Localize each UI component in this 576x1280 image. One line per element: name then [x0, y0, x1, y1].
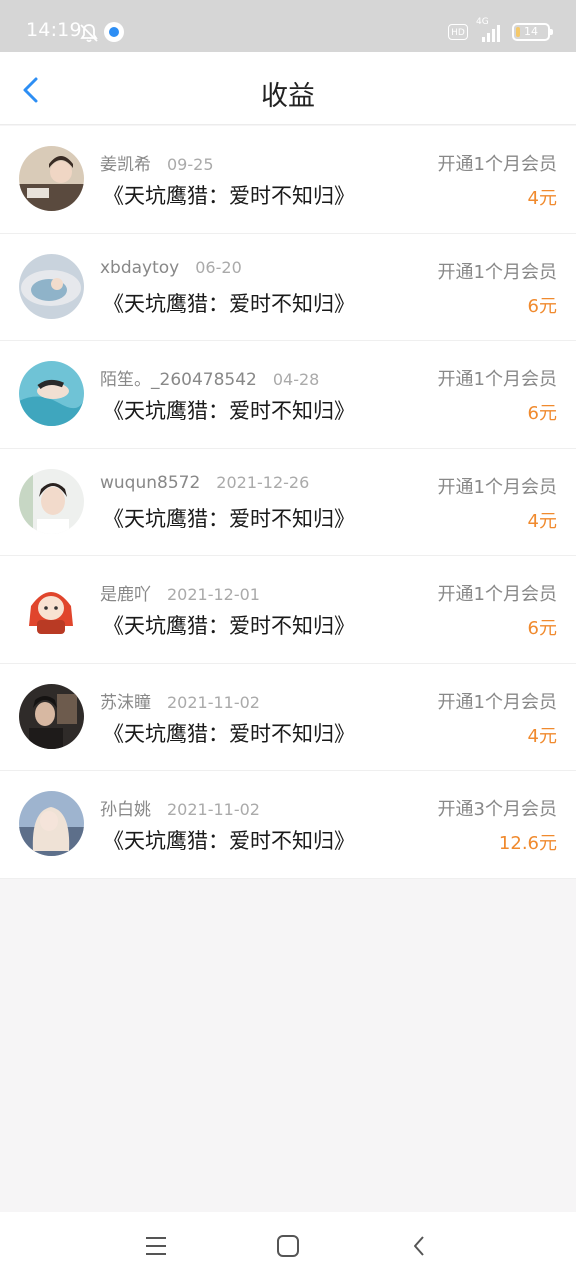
user-name: 姜凯希	[100, 155, 151, 175]
earning-row[interactable]: 陌笙。_260478542 04-28 《天坑鹰猎：爱时不知归》 开通1个月会员…	[0, 341, 576, 449]
date: 2021-11-02	[167, 692, 260, 712]
book-title: 《天坑鹰猎：爱时不知归》	[103, 184, 355, 208]
avatar	[19, 253, 84, 319]
signal-icon: 4G	[474, 17, 506, 44]
earning-amount: 12.6元	[498, 833, 557, 854]
book-title: 《天坑鹰猎：爱时不知归》	[103, 291, 355, 316]
avatar	[19, 468, 84, 534]
membership-plan: 开通1个月会员	[437, 154, 557, 175]
avatar	[19, 683, 84, 749]
membership-plan: 开通1个月会员	[437, 261, 557, 283]
home-button[interactable]	[274, 1232, 302, 1260]
bell-muted-icon	[78, 22, 100, 44]
user-name: 苏沫瞳	[100, 692, 151, 713]
user-name: wuqun8572	[100, 472, 201, 493]
membership-plan: 开通1个月会员	[437, 584, 557, 605]
user-name: 陌笙。_260478542	[100, 370, 257, 390]
home-square-icon	[277, 1235, 299, 1257]
user-name: 是鹿吖	[100, 585, 151, 605]
earning-row[interactable]: 是鹿吖 2021-12-01 《天坑鹰猎：爱时不知归》 开通1个月会员 6元	[0, 556, 576, 664]
user-name: xbdaytoy	[100, 257, 180, 278]
book-title: 《天坑鹰猎：爱时不知归》	[103, 506, 355, 531]
battery-icon: 14	[512, 23, 553, 41]
earning-amount: 4元	[527, 510, 557, 532]
status-time: 14:19	[26, 19, 82, 41]
earning-amount: 4元	[527, 725, 557, 747]
system-nav-bar	[0, 1212, 576, 1280]
earning-row[interactable]: wuqun8572 2021-12-26 《天坑鹰猎：爱时不知归》 开通1个月会…	[0, 448, 576, 556]
menu-button[interactable]	[142, 1232, 170, 1260]
membership-plan: 开通1个月会员	[437, 691, 557, 713]
earning-amount: 4元	[527, 188, 557, 209]
book-title: 《天坑鹰猎：爱时不知归》	[103, 721, 355, 746]
book-title: 《天坑鹰猎：爱时不知归》	[103, 399, 355, 423]
avatar	[19, 361, 84, 426]
network-type: 4G	[476, 17, 489, 27]
app-header: 收益	[0, 52, 576, 125]
hd-icon: HD	[448, 24, 468, 40]
back-arrow-icon	[414, 1236, 424, 1256]
avatar	[19, 146, 84, 211]
date: 2021-12-01	[167, 585, 260, 604]
earning-amount: 6元	[527, 618, 557, 639]
earning-amount: 6元	[527, 295, 557, 317]
earning-row[interactable]: 苏沫瞳 2021-11-02 《天坑鹰猎：爱时不知归》 开通1个月会员 4元	[0, 663, 576, 771]
date: 06-20	[195, 257, 242, 277]
avatar	[19, 791, 84, 856]
earning-row[interactable]: 孙白姚 2021-11-02 《天坑鹰猎：爱时不知归》 开通3个月会员 12.6…	[0, 771, 576, 879]
page-title: 收益	[261, 81, 315, 112]
status-bar: 14:19 HD 4G 14	[0, 0, 576, 52]
membership-plan: 开通1个月会员	[437, 476, 557, 498]
earnings-list: 姜凯希 09-25 《天坑鹰猎：爱时不知归》 开通1个月会员 4元 xbdayt…	[0, 126, 576, 879]
date: 2021-11-02	[167, 800, 260, 819]
earning-row[interactable]: 姜凯希 09-25 《天坑鹰猎：爱时不知归》 开通1个月会员 4元	[0, 126, 576, 234]
date: 2021-12-26	[216, 472, 310, 492]
book-title: 《天坑鹰猎：爱时不知归》	[103, 829, 355, 853]
system-back-button[interactable]	[406, 1232, 434, 1260]
battery-level: 14	[524, 25, 538, 38]
app-notification-icon	[104, 22, 124, 42]
user-name: 孙白姚	[100, 800, 151, 820]
avatar	[19, 576, 84, 641]
menu-icon	[146, 1237, 166, 1255]
membership-plan: 开通1个月会员	[437, 369, 557, 390]
membership-plan: 开通3个月会员	[437, 799, 557, 820]
earning-amount: 6元	[527, 403, 557, 424]
date: 04-28	[272, 370, 320, 389]
book-title: 《天坑鹰猎：爱时不知归》	[103, 614, 355, 638]
date: 09-25	[167, 155, 214, 174]
earning-row[interactable]: xbdaytoy 06-20 《天坑鹰猎：爱时不知归》 开通1个月会员 6元	[0, 233, 576, 341]
